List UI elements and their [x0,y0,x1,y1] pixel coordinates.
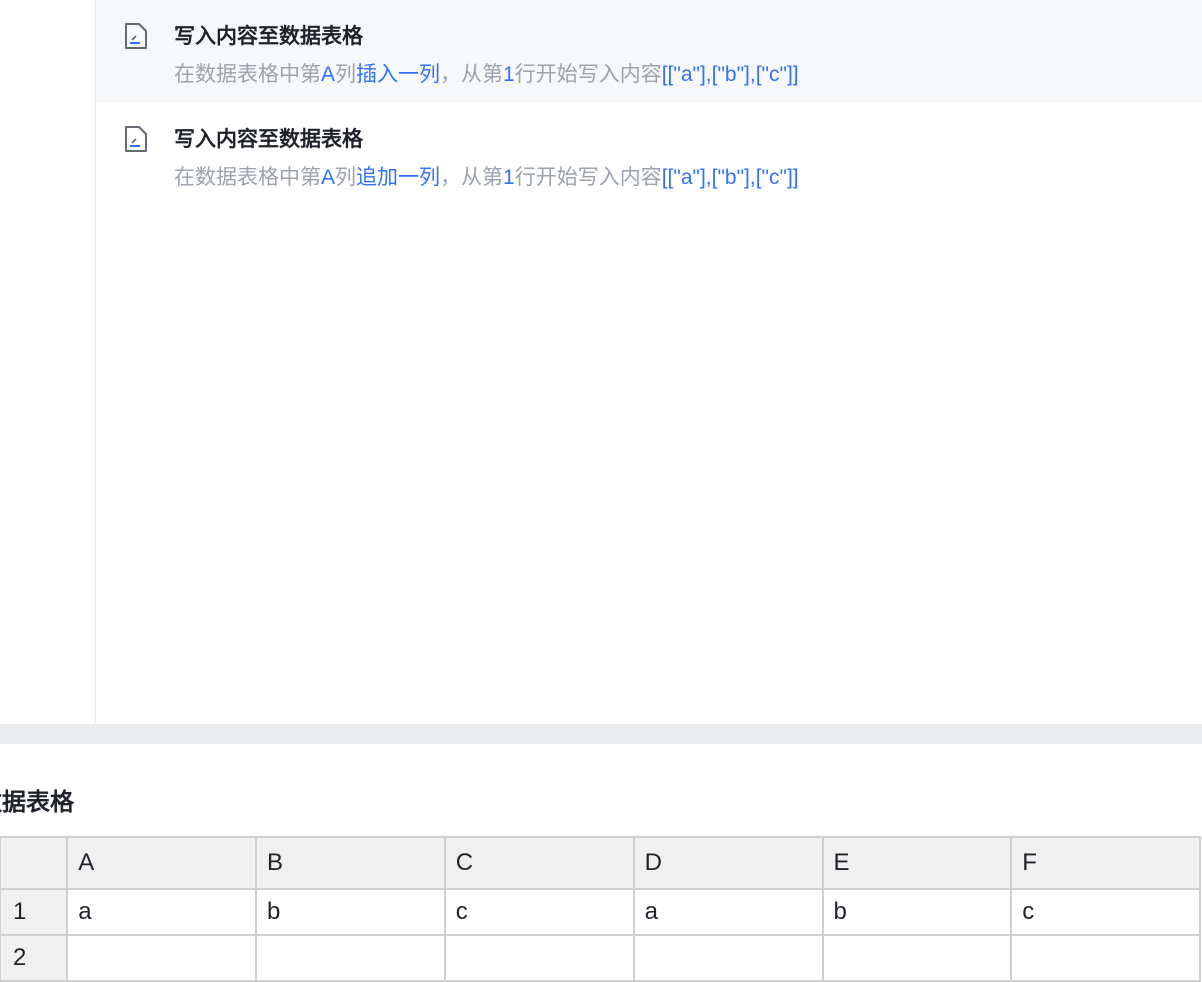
cell[interactable] [821,934,1013,982]
cell[interactable] [66,934,257,982]
step-description: 在数据表格中第A列插入一列，从第1行开始写入内容[["a"],["b"],["c… [174,63,799,86]
step-description: 在数据表格中第A列追加一列，从第1行开始写入内容[["a"],["b"],["c… [174,166,799,189]
column-header[interactable]: E [821,836,1013,890]
step-title: 写入内容至数据表格 [174,25,363,48]
row-header[interactable]: 2 [0,934,69,982]
document-edit-icon [125,23,147,49]
cell[interactable]: c [1010,888,1201,936]
cell[interactable] [632,934,824,982]
column-header[interactable]: B [255,836,446,890]
column-header-row: A B C D E F [0,836,1201,890]
column-header[interactable]: C [443,836,635,890]
spreadsheet-table: A B C D E F 1 a b c a b c 2 [0,836,1201,982]
column-header[interactable]: A [66,836,257,890]
column-header[interactable]: D [632,836,824,890]
sheet-title: 数据表格 [0,789,74,816]
left-panel [0,0,96,724]
cell[interactable] [1010,934,1201,982]
step-title: 写入内容至数据表格 [174,128,363,151]
corner-cell[interactable] [0,836,69,890]
document-edit-icon [125,126,147,152]
cell[interactable] [443,934,635,982]
cell[interactable] [255,934,446,982]
cell[interactable]: b [255,888,446,936]
cell[interactable]: a [632,888,824,936]
table-row: 2 [0,934,1201,982]
row-header[interactable]: 1 [0,888,69,936]
divider-band [0,724,1202,744]
cell[interactable]: b [821,888,1013,936]
column-header[interactable]: F [1010,836,1201,890]
cell[interactable]: c [443,888,635,936]
cell[interactable]: a [66,888,257,936]
step-item-insert-column[interactable]: 写入内容至数据表格 在数据表格中第A列插入一列，从第1行开始写入内容[["a"]… [96,0,1202,103]
table-row: 1 a b c a b c [0,888,1201,936]
step-item-append-column[interactable]: 写入内容至数据表格 在数据表格中第A列追加一列，从第1行开始写入内容[["a"]… [96,103,1202,206]
